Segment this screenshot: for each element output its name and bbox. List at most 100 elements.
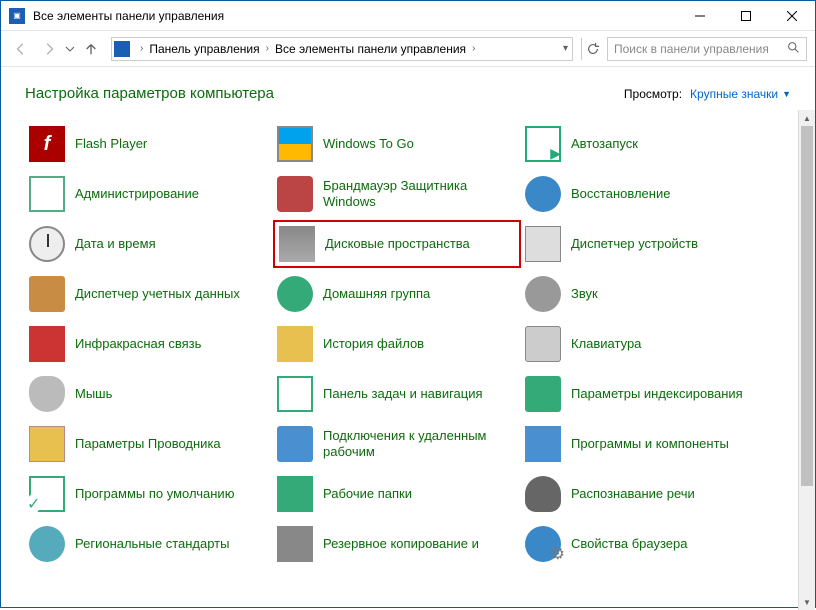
infrared-icon	[29, 326, 65, 362]
taskbar-navigation-icon	[277, 376, 313, 412]
default-programs-icon	[29, 476, 65, 512]
back-button[interactable]	[9, 37, 33, 61]
cp-item-windows-defender-firewall[interactable]: Брандмауэр Защитника Windows	[273, 170, 521, 218]
history-dropdown[interactable]	[65, 37, 75, 61]
cp-item-label: Брандмауэр Защитника Windows	[323, 178, 517, 209]
window-controls	[677, 1, 815, 31]
cp-item-flash-player[interactable]: f Flash Player	[25, 120, 273, 168]
cp-item-label: Мышь	[75, 386, 112, 402]
cp-item-date-time[interactable]: Дата и время	[25, 220, 273, 268]
cp-item-label: Flash Player	[75, 136, 147, 152]
cp-item-sound[interactable]: Звук	[521, 270, 769, 318]
cp-item-browser-properties[interactable]: Свойства браузера	[521, 520, 769, 568]
items-grid: f Flash Player Windows To Go Автозапуск Адми…	[1, 110, 815, 578]
breadcrumb-root[interactable]: Панель управления	[149, 42, 259, 56]
cp-item-label: Windows To Go	[323, 136, 414, 152]
vertical-scrollbar[interactable]: ▲ ▼	[798, 110, 815, 610]
cp-item-label: Автозапуск	[571, 136, 638, 152]
recovery-icon	[525, 176, 561, 212]
device-manager-icon	[525, 226, 561, 262]
location-icon	[114, 41, 130, 57]
cp-item-label: Подключения к удаленным рабочим	[323, 428, 517, 459]
refresh-button[interactable]	[581, 38, 603, 60]
search-input[interactable]: Поиск в панели управления	[607, 37, 807, 61]
content-header: Настройка параметров компьютера Просмотр…	[1, 67, 815, 110]
cp-item-default-programs[interactable]: Программы по умолчанию	[25, 470, 273, 518]
speech-recognition-icon	[525, 476, 561, 512]
cp-item-explorer-options[interactable]: Параметры Проводника	[25, 420, 273, 468]
navigation-bar: › Панель управления › Все элементы панел…	[1, 31, 815, 67]
cp-item-label: Рабочие папки	[323, 486, 412, 502]
cp-item-backup-restore[interactable]: Резервное копирование и	[273, 520, 521, 568]
minimize-button[interactable]	[677, 1, 723, 31]
chevron-right-icon[interactable]: ›	[466, 43, 481, 54]
cp-item-label: История файлов	[323, 336, 424, 352]
close-button[interactable]	[769, 1, 815, 31]
cp-item-autoplay[interactable]: Автозапуск	[521, 120, 769, 168]
sound-icon	[525, 276, 561, 312]
cp-item-regional-options[interactable]: Региональные стандарты	[25, 520, 273, 568]
address-dropdown-icon[interactable]: ▾	[563, 43, 568, 54]
keyboard-icon	[525, 326, 561, 362]
cp-item-taskbar-navigation[interactable]: Панель задач и навигация	[273, 370, 521, 418]
control-panel-icon: ▣	[9, 8, 25, 24]
cp-item-mouse[interactable]: Мышь	[25, 370, 273, 418]
cp-item-label: Региональные стандарты	[75, 536, 229, 552]
date-time-icon	[29, 226, 65, 262]
cp-item-file-history[interactable]: История файлов	[273, 320, 521, 368]
cp-item-administration[interactable]: Администрирование	[25, 170, 273, 218]
chevron-right-icon[interactable]: ›	[134, 43, 149, 54]
cp-item-windows-to-go[interactable]: Windows To Go	[273, 120, 521, 168]
view-select[interactable]: Крупные значки ▼	[690, 87, 791, 101]
view-label: Просмотр:	[624, 87, 682, 101]
cp-item-label: Инфракрасная связь	[75, 336, 201, 352]
work-folders-icon	[277, 476, 313, 512]
up-button[interactable]	[79, 37, 103, 61]
view-value-text: Крупные значки	[690, 87, 778, 101]
chevron-right-icon[interactable]: ›	[260, 43, 275, 54]
cp-item-label: Домашняя группа	[323, 286, 430, 302]
cp-item-work-folders[interactable]: Рабочие папки	[273, 470, 521, 518]
cp-item-infrared[interactable]: Инфракрасная связь	[25, 320, 273, 368]
cp-item-label: Администрирование	[75, 186, 199, 202]
cp-item-label: Резервное копирование и	[323, 536, 479, 552]
address-bar[interactable]: › Панель управления › Все элементы панел…	[111, 37, 573, 61]
cp-item-indexing-options[interactable]: Параметры индексирования	[521, 370, 769, 418]
mouse-icon	[29, 376, 65, 412]
browser-properties-icon	[525, 526, 561, 562]
cp-item-label: Программы и компоненты	[571, 436, 729, 452]
cp-item-label: Дисковые пространства	[325, 236, 470, 252]
page-title: Настройка параметров компьютера	[25, 85, 274, 102]
chevron-down-icon: ▼	[782, 89, 791, 99]
cp-item-keyboard[interactable]: Клавиатура	[521, 320, 769, 368]
cp-item-recovery[interactable]: Восстановление	[521, 170, 769, 218]
cp-item-label: Восстановление	[571, 186, 670, 202]
cp-item-homegroup[interactable]: Домашняя группа	[273, 270, 521, 318]
cp-item-remote-connections[interactable]: Подключения к удаленным рабочим	[273, 420, 521, 468]
cp-item-programs-components[interactable]: Программы и компоненты	[521, 420, 769, 468]
items-area: f Flash Player Windows To Go Автозапуск Адми…	[1, 110, 815, 610]
regional-options-icon	[29, 526, 65, 562]
flash-player-icon: f	[29, 126, 65, 162]
cp-item-label: Панель задач и навигация	[323, 386, 483, 402]
scroll-thumb[interactable]	[801, 126, 813, 486]
scroll-up-arrow[interactable]: ▲	[799, 110, 815, 126]
cp-item-speech-recognition[interactable]: Распознавание речи	[521, 470, 769, 518]
cp-item-label: Клавиатура	[571, 336, 641, 352]
forward-button[interactable]	[37, 37, 61, 61]
cp-item-label: Свойства браузера	[571, 536, 687, 552]
breadcrumb-current[interactable]: Все элементы панели управления	[275, 42, 466, 56]
backup-restore-icon	[277, 526, 313, 562]
cp-item-label: Распознавание речи	[571, 486, 695, 502]
indexing-options-icon	[525, 376, 561, 412]
maximize-button[interactable]	[723, 1, 769, 31]
explorer-options-icon	[29, 426, 65, 462]
search-icon[interactable]	[787, 41, 800, 57]
cp-item-storage-spaces[interactable]: Дисковые пространства	[273, 220, 521, 268]
titlebar: ▣ Все элементы панели управления	[1, 1, 815, 31]
credential-manager-icon	[29, 276, 65, 312]
cp-item-device-manager[interactable]: Диспетчер устройств	[521, 220, 769, 268]
autoplay-icon	[525, 126, 561, 162]
cp-item-label: Параметры Проводника	[75, 436, 221, 452]
cp-item-credential-manager[interactable]: Диспетчер учетных данных	[25, 270, 273, 318]
